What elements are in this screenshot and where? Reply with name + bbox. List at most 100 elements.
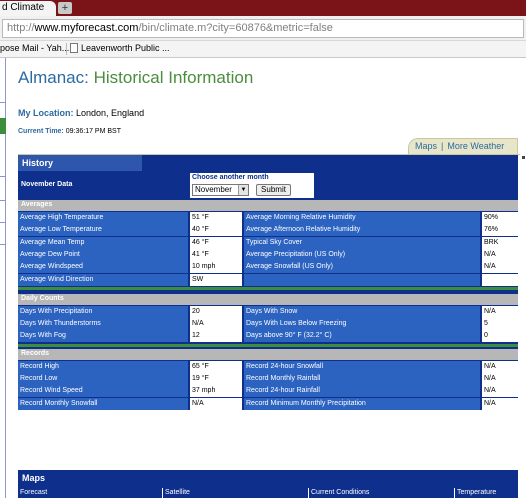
maps-column-forecast[interactable]: Forecast: [18, 488, 162, 498]
row-label: Average Morning Relative Humidity: [244, 212, 480, 224]
scroll-marker: [522, 156, 525, 159]
time-label: Current Time:: [18, 128, 64, 135]
tab-title: d Climate: [2, 2, 45, 13]
time-value: 09:36:17 PM BST: [65, 128, 121, 135]
url-path: /bin/climate.m?city=60876&metric=false: [138, 22, 333, 34]
url-domain: www.myforecast.com: [34, 22, 139, 34]
row-value: SW: [190, 273, 242, 286]
row-value: 46 °F: [190, 236, 242, 249]
maps-heading: Maps: [22, 473, 46, 483]
table-row: Average Low Temperature 40 °F Average Afte…: [18, 224, 518, 237]
row-label: [244, 273, 480, 286]
row-value: 65 °F: [190, 360, 242, 373]
row-value: BRK: [482, 236, 518, 249]
row-label: Record High: [18, 360, 188, 373]
row-label: Days With Fog: [18, 330, 188, 343]
row-value: 40 °F: [190, 224, 242, 237]
row-label: Average High Temperature: [18, 212, 188, 224]
table-row: Days With Thunderstorms N/A Days With Lows…: [18, 318, 518, 331]
maps-column-temperature[interactable]: Temperature: [454, 488, 518, 498]
month-data-label: November Data: [21, 181, 73, 188]
history-heading: History: [18, 155, 142, 171]
url-prefix: http://: [7, 22, 35, 34]
row-value: [482, 273, 518, 286]
section-divider: [18, 286, 518, 290]
row-value: N/A: [482, 360, 518, 373]
submit-button[interactable]: Submit: [256, 184, 291, 196]
row-label: Record Monthly Snowfall: [18, 397, 188, 410]
location-label: My Location:: [18, 108, 74, 118]
table-row: Days With Precipitation 20 Days With Snow N…: [18, 305, 518, 318]
sidebar-active-marker: [0, 118, 6, 134]
section-divider: [18, 343, 518, 347]
row-label: Average Windspeed: [18, 261, 188, 274]
row-label: Days With Lows Below Freezing: [244, 318, 480, 331]
address-bar: http://www.myforecast.com/bin/climate.m?…: [0, 16, 526, 41]
page-title: Almanac: Historical Information: [18, 68, 253, 88]
maps-link[interactable]: Maps: [415, 141, 437, 151]
row-label: Days With Thunderstorms: [18, 318, 188, 331]
row-value: 51 °F: [190, 212, 242, 224]
tab-separator: |: [441, 141, 444, 151]
sidebar-divider: [0, 102, 6, 103]
row-label: Days above 90° F (32.2° C): [244, 330, 480, 343]
row-label: Record Low: [18, 373, 188, 385]
maps-panel: Maps Forecast Satellite Current Conditio…: [18, 470, 518, 498]
table-row: Average Mean Temp 46 °F Typical Sky Cover B…: [18, 236, 518, 249]
location-value: London, England: [76, 108, 145, 118]
page-title-rest: Historical Information: [93, 68, 254, 87]
row-value: N/A: [482, 385, 518, 398]
more-weather-link[interactable]: More Weather: [447, 141, 504, 151]
row-label: Average Dew Point: [18, 248, 188, 261]
chevron-down-icon[interactable]: ▼: [238, 185, 248, 195]
row-value: 37 mph: [190, 385, 242, 398]
url-input[interactable]: http://www.myforecast.com/bin/climate.m?…: [2, 19, 524, 38]
row-label: Record Minimum Monthly Precipitation: [244, 397, 480, 410]
table-row: Average High Temperature 51 °F Average Mor…: [18, 212, 518, 224]
row-label: Record 24-hour Rainfall: [244, 385, 480, 398]
row-label: Days With Snow: [244, 305, 480, 318]
row-value: N/A: [482, 305, 518, 318]
left-sidebar-edge: [0, 58, 6, 498]
bookmark-mail[interactable]: pose Mail - Yah...: [0, 43, 69, 53]
new-tab-button[interactable]: +: [58, 2, 72, 14]
row-label: Average Precipitation (US Only): [244, 248, 480, 261]
page-icon: [70, 43, 78, 53]
row-value: 0: [482, 330, 518, 343]
table-row: Average Dew Point 41 °F Average Precipitat…: [18, 248, 518, 261]
month-chooser: Choose another month November ▼ Submit: [190, 173, 314, 198]
row-value: 5: [482, 318, 518, 331]
row-label: Days With Precipitation: [18, 305, 188, 318]
my-location: My Location: London, England: [18, 108, 144, 118]
row-label: Typical Sky Cover: [244, 236, 480, 249]
section-header: Averages: [18, 200, 518, 211]
row-value: N/A: [190, 397, 242, 410]
row-value: N/A: [482, 397, 518, 410]
choose-month-label: Choose another month: [192, 174, 269, 181]
bookmark-library-label: Leavenworth Public ...: [81, 43, 170, 53]
sidebar-divider: [0, 200, 6, 201]
history-panel: History November Data Choose another mon…: [18, 155, 518, 410]
tab-strip: d Climate +: [0, 0, 526, 16]
month-select[interactable]: November ▼: [192, 184, 249, 196]
month-select-value: November: [195, 185, 232, 194]
bookmark-library[interactable]: Leavenworth Public ...: [70, 43, 170, 53]
maps-column-current-conditions[interactable]: Current Conditions: [308, 488, 454, 498]
row-value: N/A: [482, 373, 518, 385]
maps-column-satellite[interactable]: Satellite: [162, 488, 308, 498]
table-row: Average Wind Direction SW: [18, 273, 518, 286]
browser-window: d Climate + http://www.myforecast.com/bi…: [0, 0, 526, 498]
row-label: Average Snowfall (US Only): [244, 261, 480, 274]
sidebar-divider: [0, 244, 6, 245]
table-row: Average Windspeed 10 mph Average Snowfall …: [18, 261, 518, 274]
browser-tab[interactable]: d Climate: [0, 1, 56, 16]
row-label: Record Wind Speed: [18, 385, 188, 398]
month-chooser-row: November Data Choose another month Novem…: [18, 171, 518, 200]
table-row: Days With Fog 12 Days above 90° F (32.2° C…: [18, 330, 518, 343]
row-value: 41 °F: [190, 248, 242, 261]
table-row: Record Wind Speed 37 mph Record 24-hour Ra…: [18, 385, 518, 398]
section-header: Records: [18, 348, 518, 360]
page-title-main: Almanac:: [18, 68, 89, 87]
table-row: Record High 65 °F Record 24-hour Snowfall N…: [18, 360, 518, 373]
row-value: N/A: [190, 318, 242, 331]
